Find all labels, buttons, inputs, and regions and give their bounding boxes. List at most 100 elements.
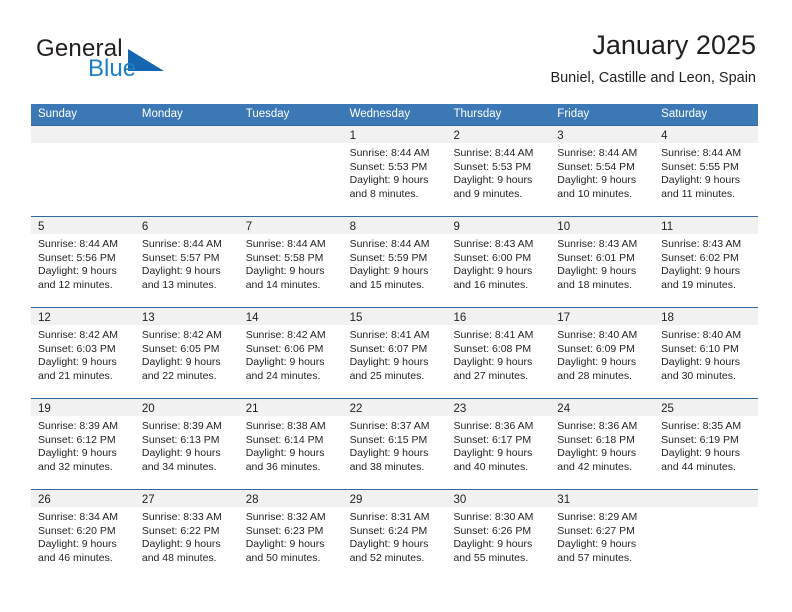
- sunrise-line: Sunrise: 8:39 AM: [141, 420, 222, 432]
- calendar-day-cell[interactable]: 9 Sunrise: 8:43 AM Sunset: 6:00 PM Dayli…: [446, 217, 551, 307]
- calendar-day-cell[interactable]: 5 Sunrise: 8:44 AM Sunset: 5:56 PM Dayli…: [31, 217, 135, 307]
- sunset-line: Sunset: 6:17 PM: [453, 433, 532, 446]
- daylight-line-1: Daylight: 9 hours: [557, 538, 637, 551]
- calendar-day-cell[interactable]: 29 Sunrise: 8:31 AM Sunset: 6:24 PM Dayl…: [342, 490, 447, 580]
- calendar-day-cell[interactable]: 11 Sunrise: 8:43 AM Sunset: 6:02 PM Dayl…: [654, 217, 759, 307]
- calendar-day-cell: [31, 126, 135, 216]
- calendar-day-cell[interactable]: 15 Sunrise: 8:41 AM Sunset: 6:07 PM Dayl…: [342, 308, 447, 398]
- generalblue-logo[interactable]: General Blue: [36, 36, 216, 88]
- daylight-line-2: and 18 minutes.: [557, 278, 633, 291]
- sunset-line: Sunset: 5:53 PM: [349, 160, 428, 173]
- calendar-day-cell: [654, 490, 759, 580]
- daylight-line-2: and 34 minutes.: [141, 460, 217, 473]
- day-number-band: 12: [31, 308, 135, 325]
- daylight-line-1: Daylight: 9 hours: [245, 265, 325, 278]
- day-details: Sunrise: 8:44 AM Sunset: 5:54 PM Dayligh…: [550, 143, 654, 201]
- calendar-day-cell[interactable]: 25 Sunrise: 8:35 AM Sunset: 6:19 PM Dayl…: [654, 399, 759, 489]
- calendar-day-cell[interactable]: 21 Sunrise: 8:38 AM Sunset: 6:14 PM Dayl…: [238, 399, 343, 489]
- sunrise-line: Sunrise: 8:41 AM: [453, 329, 534, 341]
- day-number: 1: [349, 130, 356, 142]
- daylight-line-2: and 50 minutes.: [245, 551, 321, 564]
- calendar-day-cell[interactable]: 19 Sunrise: 8:39 AM Sunset: 6:12 PM Dayl…: [31, 399, 135, 489]
- calendar-day-cell[interactable]: 23 Sunrise: 8:36 AM Sunset: 6:17 PM Dayl…: [446, 399, 551, 489]
- day-details: Sunrise: 8:38 AM Sunset: 6:14 PM Dayligh…: [239, 416, 343, 474]
- sunset-line: Sunset: 6:14 PM: [245, 433, 324, 446]
- weekday-header-row: Sunday Monday Tuesday Wednesday Thursday…: [31, 104, 758, 125]
- day-number-band: 5: [31, 217, 135, 234]
- sunset-line: Sunset: 5:53 PM: [453, 160, 532, 173]
- calendar-day-cell: [134, 126, 239, 216]
- calendar-day-cell[interactable]: 10 Sunrise: 8:43 AM Sunset: 6:01 PM Dayl…: [550, 217, 655, 307]
- calendar-day-cell[interactable]: 22 Sunrise: 8:37 AM Sunset: 6:15 PM Dayl…: [342, 399, 447, 489]
- daylight-line-1: Daylight: 9 hours: [349, 447, 429, 460]
- calendar-day-cell[interactable]: 3 Sunrise: 8:44 AM Sunset: 5:54 PM Dayli…: [550, 126, 655, 216]
- daylight-line-2: and 44 minutes.: [661, 460, 736, 473]
- daylight-line-1: Daylight: 9 hours: [141, 447, 221, 460]
- day-number-band: 9: [446, 217, 551, 234]
- daylight-line-1: Daylight: 9 hours: [141, 538, 221, 551]
- sunrise-line: Sunrise: 8:40 AM: [557, 329, 638, 341]
- sunset-line: Sunset: 6:15 PM: [349, 433, 428, 446]
- day-number-band: 14: [238, 308, 343, 325]
- daylight-line-2: and 30 minutes.: [661, 369, 736, 382]
- calendar-day-cell[interactable]: 30 Sunrise: 8:30 AM Sunset: 6:26 PM Dayl…: [446, 490, 551, 580]
- calendar-day-cell[interactable]: 27 Sunrise: 8:33 AM Sunset: 6:22 PM Dayl…: [134, 490, 239, 580]
- day-number: 10: [557, 221, 571, 233]
- day-details: Sunrise: 8:39 AM Sunset: 6:12 PM Dayligh…: [31, 416, 135, 474]
- day-details: Sunrise: 8:43 AM Sunset: 6:01 PM Dayligh…: [550, 234, 654, 292]
- calendar-day-cell[interactable]: 14 Sunrise: 8:42 AM Sunset: 6:06 PM Dayl…: [238, 308, 343, 398]
- daylight-line-1: Daylight: 9 hours: [661, 174, 740, 187]
- day-details: Sunrise: 8:34 AM Sunset: 6:20 PM Dayligh…: [31, 507, 135, 565]
- daylight-line-1: Daylight: 9 hours: [141, 356, 221, 369]
- day-number: 29: [349, 494, 363, 506]
- daylight-line-2: and 48 minutes.: [141, 551, 217, 564]
- calendar-day-cell[interactable]: 20 Sunrise: 8:39 AM Sunset: 6:13 PM Dayl…: [134, 399, 239, 489]
- daylight-line-1: Daylight: 9 hours: [349, 356, 429, 369]
- calendar-day-cell[interactable]: 17 Sunrise: 8:40 AM Sunset: 6:09 PM Dayl…: [550, 308, 655, 398]
- calendar-day-cell[interactable]: 12 Sunrise: 8:42 AM Sunset: 6:03 PM Dayl…: [31, 308, 135, 398]
- page-title: January 2025: [592, 30, 756, 60]
- weekday-header-sunday: Sunday: [38, 108, 78, 120]
- day-number: 22: [349, 403, 363, 415]
- sunset-line: Sunset: 6:08 PM: [453, 342, 532, 355]
- calendar-day-cell[interactable]: 4 Sunrise: 8:44 AM Sunset: 5:55 PM Dayli…: [654, 126, 759, 216]
- calendar-day-cell[interactable]: 8 Sunrise: 8:44 AM Sunset: 5:59 PM Dayli…: [342, 217, 447, 307]
- calendar-day-cell[interactable]: 13 Sunrise: 8:42 AM Sunset: 6:05 PM Dayl…: [134, 308, 239, 398]
- calendar-week-row: 12 Sunrise: 8:42 AM Sunset: 6:03 PM Dayl…: [31, 307, 759, 398]
- day-details: Sunrise: 8:44 AM Sunset: 5:53 PM Dayligh…: [446, 143, 550, 201]
- daylight-line-2: and 15 minutes.: [349, 278, 425, 291]
- calendar-day-cell[interactable]: 18 Sunrise: 8:40 AM Sunset: 6:10 PM Dayl…: [654, 308, 759, 398]
- sunset-line: Sunset: 5:57 PM: [141, 251, 220, 264]
- calendar-day-cell[interactable]: 26 Sunrise: 8:34 AM Sunset: 6:20 PM Dayl…: [31, 490, 135, 580]
- sunrise-line: Sunrise: 8:38 AM: [245, 420, 326, 432]
- day-details: Sunrise: 8:33 AM Sunset: 6:22 PM Dayligh…: [135, 507, 239, 565]
- day-number-band: [134, 126, 239, 143]
- calendar-day-cell[interactable]: 31 Sunrise: 8:29 AM Sunset: 6:27 PM Dayl…: [550, 490, 655, 580]
- calendar-day-cell[interactable]: 24 Sunrise: 8:36 AM Sunset: 6:18 PM Dayl…: [550, 399, 655, 489]
- calendar-week-row: 26 Sunrise: 8:34 AM Sunset: 6:20 PM Dayl…: [31, 489, 759, 580]
- sunset-line: Sunset: 6:27 PM: [557, 524, 635, 537]
- day-number: 13: [141, 312, 155, 324]
- day-details: Sunrise: 8:44 AM Sunset: 5:59 PM Dayligh…: [343, 234, 447, 292]
- day-details: Sunrise: 8:44 AM Sunset: 5:55 PM Dayligh…: [654, 143, 758, 201]
- sunrise-line: Sunrise: 8:37 AM: [349, 420, 430, 432]
- sunset-line: Sunset: 6:18 PM: [557, 433, 635, 446]
- day-details: Sunrise: 8:31 AM Sunset: 6:24 PM Dayligh…: [343, 507, 447, 565]
- day-number-band: 4: [654, 126, 759, 143]
- calendar-day-cell[interactable]: 6 Sunrise: 8:44 AM Sunset: 5:57 PM Dayli…: [134, 217, 239, 307]
- sunrise-line: Sunrise: 8:44 AM: [557, 147, 638, 159]
- daylight-line-2: and 28 minutes.: [557, 369, 633, 382]
- day-number-band: 17: [550, 308, 655, 325]
- calendar-day-cell[interactable]: 7 Sunrise: 8:44 AM Sunset: 5:58 PM Dayli…: [238, 217, 343, 307]
- sunrise-line: Sunrise: 8:43 AM: [453, 238, 534, 250]
- day-number-band: 20: [134, 399, 239, 416]
- daylight-line-1: Daylight: 9 hours: [661, 265, 740, 278]
- calendar-day-cell[interactable]: 2 Sunrise: 8:44 AM Sunset: 5:53 PM Dayli…: [446, 126, 551, 216]
- calendar-day-cell[interactable]: 28 Sunrise: 8:32 AM Sunset: 6:23 PM Dayl…: [238, 490, 343, 580]
- day-number: 24: [557, 403, 571, 415]
- day-number: 23: [453, 403, 467, 415]
- sunset-line: Sunset: 6:13 PM: [141, 433, 220, 446]
- calendar-day-cell[interactable]: 1 Sunrise: 8:44 AM Sunset: 5:53 PM Dayli…: [342, 126, 447, 216]
- daylight-line-2: and 42 minutes.: [557, 460, 633, 473]
- calendar-day-cell[interactable]: 16 Sunrise: 8:41 AM Sunset: 6:08 PM Dayl…: [446, 308, 551, 398]
